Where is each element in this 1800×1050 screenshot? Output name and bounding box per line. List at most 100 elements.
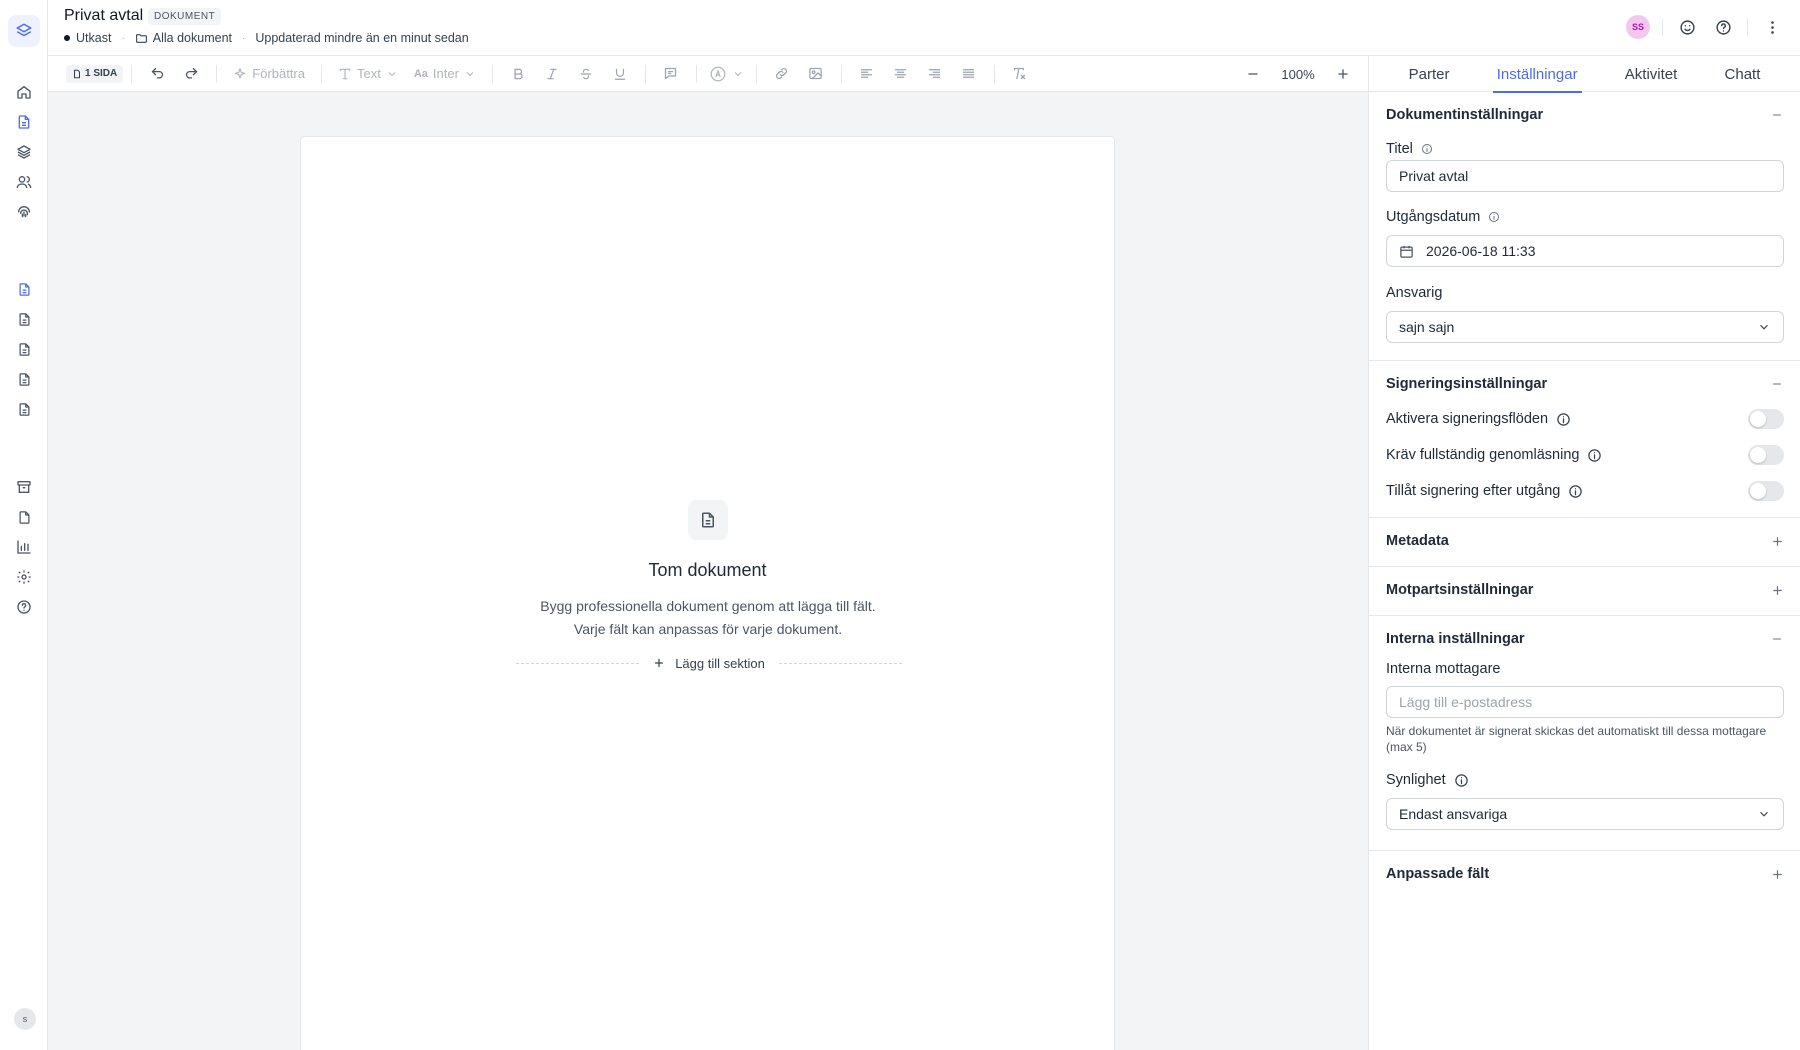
page-title: Privat avtal <box>64 7 144 24</box>
redo-icon[interactable] <box>178 61 204 87</box>
document-icon[interactable] <box>12 307 36 331</box>
full-read-toggle[interactable] <box>1748 445 1784 465</box>
internal-settings-header[interactable]: Interna inställningar <box>1369 627 1800 651</box>
improve-button[interactable]: Förbättra <box>233 66 305 81</box>
top-header: Privat avtal DOKUMENT Utkast · Alla doku… <box>48 0 1800 56</box>
expiry-date-value: 2026-06-18 11:33 <box>1426 243 1536 259</box>
section-title: Motpartsinställningar <box>1386 582 1534 598</box>
editor-toolbar: 1 SIDA Förbättra Text Aa Inter 100% <box>48 56 1368 92</box>
comment-icon[interactable] <box>658 61 684 87</box>
expand-icon <box>1769 582 1785 598</box>
info-icon[interactable] <box>1421 143 1433 155</box>
align-left-icon[interactable] <box>854 61 880 87</box>
recipients-help-text: När dokumentet är signerat skickas det a… <box>1386 724 1767 754</box>
info-icon[interactable] <box>1556 412 1571 427</box>
align-justify-icon[interactable] <box>956 61 982 87</box>
document-page[interactable]: Tom dokument Bygg professionella dokumen… <box>300 136 1115 1050</box>
more-vertical-icon[interactable] <box>1760 15 1784 39</box>
counterparty-settings-header[interactable]: Motpartsinställningar <box>1369 578 1800 602</box>
italic-icon[interactable] <box>539 61 565 87</box>
user-avatar[interactable]: SS <box>1626 15 1650 39</box>
document-icon <box>688 500 728 540</box>
title-input[interactable] <box>1386 160 1784 192</box>
users-icon[interactable] <box>12 170 36 194</box>
chevron-down-icon <box>734 71 742 76</box>
undo-icon[interactable] <box>144 61 170 87</box>
tab-activity[interactable]: Aktivitet <box>1621 56 1682 92</box>
email-field[interactable] <box>1386 686 1784 718</box>
label-text: Utgångsdatum <box>1386 209 1481 225</box>
underline-icon[interactable] <box>607 61 633 87</box>
fingerprint-icon[interactable] <box>12 200 36 224</box>
internal-recipients-input[interactable] <box>1399 694 1771 710</box>
add-section-button[interactable]: Lägg till sektion <box>639 656 779 671</box>
strikethrough-icon[interactable] <box>573 61 599 87</box>
archive-icon[interactable] <box>12 475 36 499</box>
divider <box>1662 18 1663 36</box>
expand-icon <box>1769 533 1785 549</box>
zoom-in-icon[interactable] <box>1330 61 1356 87</box>
text-style-label: Text <box>356 66 381 81</box>
tab-parter[interactable]: Parter <box>1405 56 1454 92</box>
collapse-icon <box>1769 107 1785 123</box>
title-input-field[interactable] <box>1399 168 1771 184</box>
custom-fields-header[interactable]: Anpassade fält <box>1369 862 1800 886</box>
visibility-select[interactable]: Endast ansvariga <box>1386 798 1784 830</box>
divider <box>491 64 493 83</box>
zoom-out-icon[interactable] <box>1240 61 1266 87</box>
smiley-icon[interactable] <box>1675 15 1699 39</box>
folder-link[interactable]: Alla dokument <box>135 31 232 45</box>
document-icon[interactable] <box>12 367 36 391</box>
font-dropdown[interactable]: Aa Inter <box>414 66 476 81</box>
document-settings-header[interactable]: Dokumentinställningar <box>1369 103 1800 127</box>
help-icon[interactable] <box>12 595 36 619</box>
status-dot-icon <box>64 35 70 41</box>
info-icon[interactable] <box>1568 484 1583 499</box>
link-icon[interactable] <box>769 61 795 87</box>
owner-select[interactable]: sajn sajn <box>1386 311 1784 343</box>
image-icon[interactable] <box>803 61 829 87</box>
divider <box>1369 615 1800 616</box>
toggle-label: Aktivera signeringsflöden <box>1386 411 1549 427</box>
signing-settings-header[interactable]: Signeringsinställningar <box>1369 372 1800 396</box>
expiry-date-picker[interactable]: 2026-06-18 11:33 <box>1386 235 1784 267</box>
clear-formatting-icon[interactable] <box>1007 61 1033 87</box>
section-title: Signeringsinställningar <box>1386 376 1548 392</box>
home-icon[interactable] <box>12 80 36 104</box>
info-icon[interactable] <box>1454 773 1469 788</box>
tab-settings[interactable]: Inställningar <box>1492 56 1582 93</box>
file-icon[interactable] <box>12 505 36 529</box>
document-icon[interactable] <box>12 110 36 134</box>
avatar[interactable]: s <box>14 1008 36 1030</box>
divider <box>1369 566 1800 567</box>
text-style-dropdown[interactable]: Text <box>338 66 398 81</box>
separator: · <box>242 32 246 44</box>
bold-icon[interactable] <box>505 61 531 87</box>
layers-logo-icon[interactable] <box>8 15 40 47</box>
visibility-value: Endast ansvariga <box>1399 806 1508 822</box>
label-text: Interna mottagare <box>1386 661 1501 677</box>
visibility-field-label: Synlighet <box>1386 771 1469 789</box>
help-icon[interactable] <box>1711 15 1735 39</box>
document-icon[interactable] <box>12 397 36 421</box>
chart-icon[interactable] <box>12 535 36 559</box>
page-count-badge[interactable]: 1 SIDA <box>66 64 124 83</box>
expand-icon <box>1769 866 1785 882</box>
divider <box>1369 517 1800 518</box>
metadata-header[interactable]: Metadata <box>1369 529 1800 553</box>
toggle-row-sign-after-expiry: Tillåt signering efter utgång <box>1386 480 1784 502</box>
sign-after-expiry-toggle[interactable] <box>1748 481 1784 501</box>
tab-chat[interactable]: Chatt <box>1721 56 1765 92</box>
section-title: Dokumentinställningar <box>1386 107 1544 123</box>
info-icon[interactable] <box>1587 448 1602 463</box>
signing-flows-toggle[interactable] <box>1748 409 1784 429</box>
align-right-icon[interactable] <box>922 61 948 87</box>
document-icon[interactable] <box>12 337 36 361</box>
document-icon[interactable] <box>12 277 36 301</box>
layers-icon[interactable] <box>12 140 36 164</box>
text-color-dropdown[interactable] <box>709 65 744 83</box>
info-icon[interactable] <box>1488 211 1500 223</box>
gear-icon[interactable] <box>12 565 36 589</box>
owner-field-label: Ansvarig <box>1386 284 1442 302</box>
align-center-icon[interactable] <box>888 61 914 87</box>
